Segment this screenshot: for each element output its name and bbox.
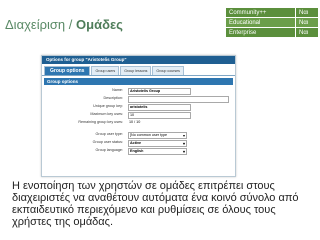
description-text: Η ενοποίηση των χρηστών σε ομάδες επιτρέ… <box>12 180 299 228</box>
edition-row: Enterprise Ναι <box>225 27 319 38</box>
description-label: Description: <box>103 96 123 100</box>
group-key-input[interactable]: aristotelis <box>128 103 191 112</box>
edition-row: Community++ Ναι <box>225 7 319 18</box>
edition-name: Community++ <box>225 7 296 18</box>
form-row-description: Description: <box>42 95 235 104</box>
description-input[interactable] <box>128 95 229 104</box>
title-subsection: Ομάδες <box>76 17 123 32</box>
form-row-user-type: Group user type: [No common user type <box>42 131 235 140</box>
title-separator: / <box>68 17 73 32</box>
remaining-uses-label: Remaining group key uses: <box>78 120 123 124</box>
edition-name: Enterprise <box>225 27 296 38</box>
group-options-screenshot: Options for group "Aristotelis Group" Gr… <box>41 55 236 177</box>
page-title: Διαχείριση / Ομάδες <box>5 17 123 32</box>
max-key-uses-label: Maximum key uses: <box>90 112 123 116</box>
form-row-name: Name: Aristotelis Group <box>42 87 235 96</box>
tab-group-lessons[interactable]: Group lessons <box>120 66 152 75</box>
user-type-label: Group user type: <box>95 132 123 136</box>
edition-value: Ναι <box>295 7 319 18</box>
form-row-remaining-uses: Remaining group key uses: 10 / 10 <box>42 119 235 127</box>
name-input[interactable]: Aristotelis Group <box>128 87 191 96</box>
form-row-language: Group language: English <box>42 147 235 156</box>
language-label: Group language: <box>95 148 123 152</box>
max-key-uses-input[interactable]: 10 <box>128 111 191 120</box>
form-row-max-key-uses: Maximum key uses: 10 <box>42 111 235 120</box>
edition-name: Educational <box>225 17 296 28</box>
section-title: Group options <box>44 78 233 85</box>
tab-group-options[interactable]: Group options <box>44 66 91 75</box>
user-status-label: Group user status: <box>92 140 123 144</box>
group-key-label: Unique group key: <box>93 104 123 108</box>
group-tabs: Group options Group users Group lessons … <box>42 66 235 76</box>
user-type-select[interactable]: [No common user type <box>128 131 187 140</box>
edition-value: Ναι <box>295 17 319 28</box>
title-section: Διαχείριση <box>5 17 66 32</box>
name-label: Name: <box>112 88 123 92</box>
language-select[interactable]: English <box>128 147 187 156</box>
tab-group-courses[interactable]: Group courses <box>152 66 184 75</box>
panel-title: Options for group "Aristotelis Group" <box>42 56 235 64</box>
form-row-group-key: Unique group key: aristotelis <box>42 103 235 112</box>
tab-group-users[interactable]: Group users <box>91 66 120 75</box>
form-row-user-status: Group user status: Active <box>42 139 235 148</box>
user-status-select[interactable]: Active <box>128 139 187 148</box>
edition-availability-table: Community++ Ναι Educational Ναι Enterpri… <box>225 7 319 38</box>
edition-value: Ναι <box>295 27 319 38</box>
edition-row: Educational Ναι <box>225 17 319 28</box>
remaining-uses-value: 10 / 10 <box>129 119 141 124</box>
